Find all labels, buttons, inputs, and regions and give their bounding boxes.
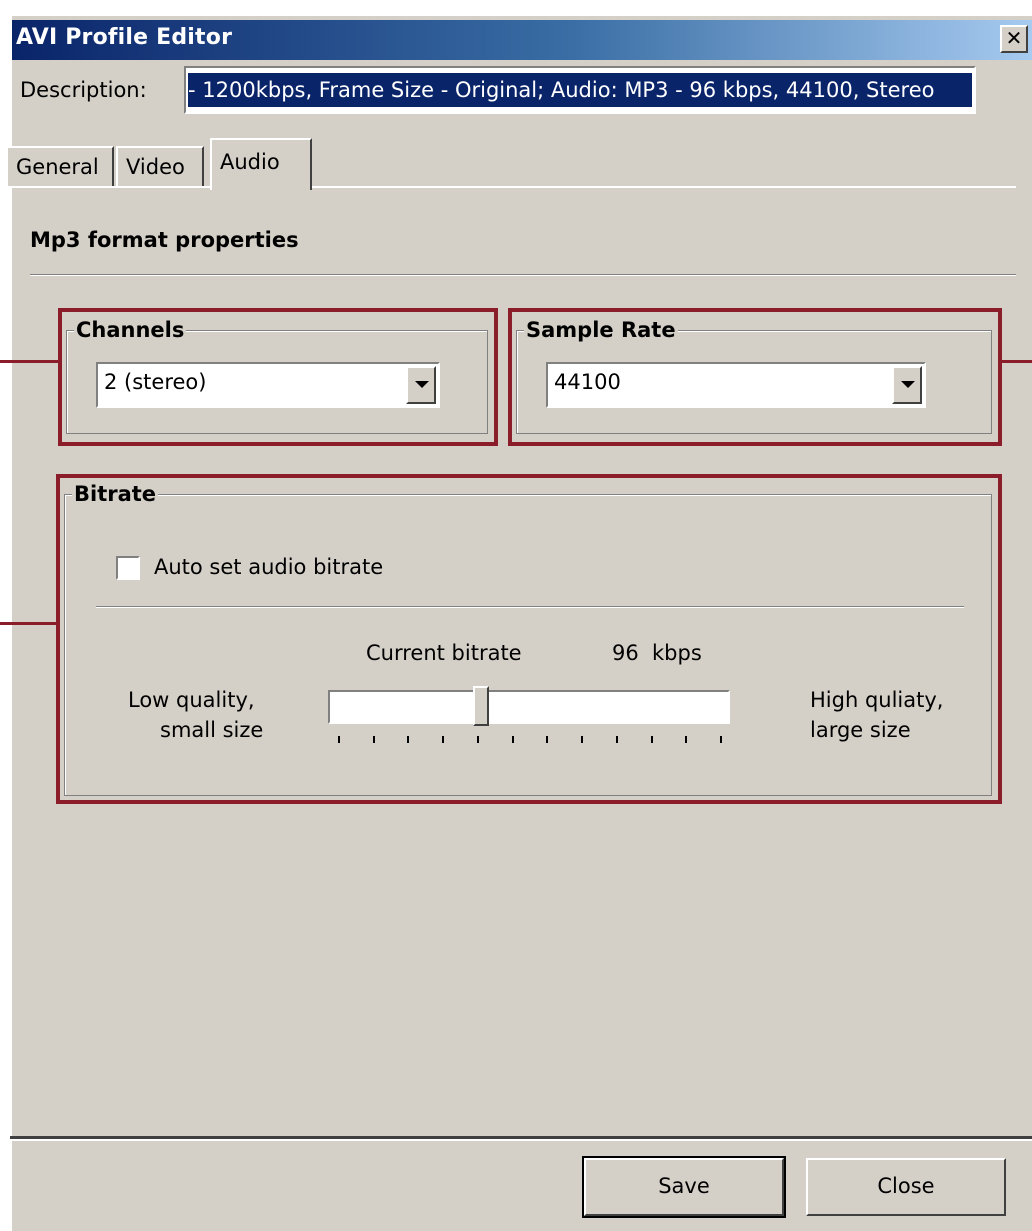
bitrate-slider-track[interactable] (328, 690, 730, 724)
bitrate-label: Bitrate (72, 482, 159, 506)
callout-line (0, 360, 58, 363)
window-title: AVI Profile Editor (16, 25, 233, 50)
callout-line (1002, 360, 1032, 363)
tab-video[interactable]: Video (116, 146, 204, 188)
high-quality-label-line2: large size (810, 718, 911, 742)
high-quality-label-line1: High quliaty, (810, 688, 944, 712)
sample-rate-select[interactable]: 44100 (546, 362, 926, 408)
sample-rate-label: Sample Rate (524, 318, 678, 342)
slider-tick (720, 736, 722, 743)
chevron-down-icon[interactable] (892, 366, 922, 404)
current-bitrate-unit: kbps (652, 641, 702, 665)
close-icon[interactable]: ✕ (1000, 25, 1028, 53)
channels-select[interactable]: 2 (stereo) (96, 362, 440, 408)
low-quality-label-line2: small size (160, 718, 264, 742)
section-title: Mp3 format properties (30, 228, 299, 252)
title-bar[interactable]: AVI Profile Editor ✕ (12, 20, 1032, 60)
description-label: Description: (20, 78, 147, 102)
bitrate-group (64, 494, 992, 796)
chevron-down-icon[interactable] (406, 366, 436, 404)
description-field[interactable]: - 1200kbps, Frame Size - Original; Audio… (184, 66, 976, 114)
slider-tick (615, 736, 618, 743)
slider-tick (546, 736, 549, 743)
auto-bitrate-label[interactable]: Auto set audio bitrate (154, 555, 383, 579)
slider-tick (650, 736, 653, 743)
footer-divider (10, 1136, 1032, 1141)
close-button[interactable]: Close (806, 1158, 1006, 1216)
slider-tick (476, 736, 479, 743)
description-value: - 1200kbps, Frame Size - Original; Audio… (188, 78, 935, 102)
slider-tick (338, 736, 340, 743)
section-divider (30, 274, 1016, 276)
slider-tick (581, 736, 584, 743)
channels-value: 2 (stereo) (104, 370, 207, 394)
current-bitrate-label: Current bitrate (366, 641, 522, 665)
auto-bitrate-checkbox[interactable] (116, 556, 140, 580)
tab-general[interactable]: General (6, 146, 114, 188)
low-quality-label-line1: Low quality, (128, 688, 255, 712)
current-bitrate-value: 96 (612, 641, 639, 665)
sample-rate-value: 44100 (554, 370, 621, 394)
bitrate-slider-thumb[interactable] (473, 686, 490, 726)
bitrate-divider (96, 606, 964, 608)
callout-line (0, 622, 56, 625)
tab-audio[interactable]: Audio (210, 138, 312, 190)
save-button[interactable]: Save (582, 1156, 786, 1218)
slider-tick (685, 736, 688, 743)
slider-tick (407, 736, 410, 743)
slider-tick (372, 736, 375, 743)
slider-tick (442, 736, 445, 743)
channels-label: Channels (74, 318, 187, 342)
slider-tick (511, 736, 514, 743)
